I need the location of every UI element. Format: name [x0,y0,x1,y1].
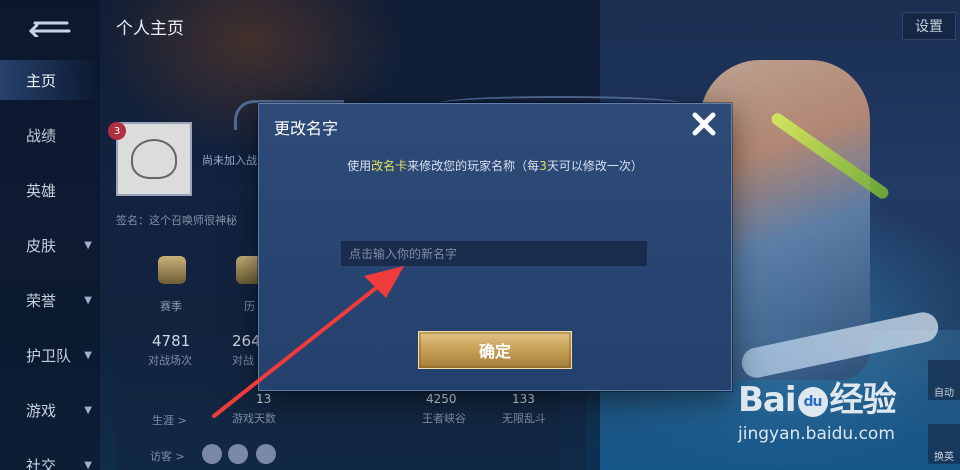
avatar[interactable] [116,122,192,196]
nav-item-home[interactable]: 主页 [0,60,100,100]
stat-sub-label: 对战 [232,354,254,367]
stat-value: 4250 [426,392,457,406]
chevron-down-icon: ▼ [84,239,92,251]
nav-item-skins[interactable]: 皮肤 ▼ [0,225,100,265]
close-icon [692,112,716,136]
stat-label: 赛季 [160,300,182,313]
stat-sub-label: 对战场次 [148,354,192,367]
signature-text: 签名：这个召唤师很神秘 [116,214,237,227]
nav-item-label: 主页 [26,71,57,90]
nav-item-heroes[interactable]: 英雄 [0,170,100,210]
nav-item-label: 战绩 [26,126,57,145]
stat-value: 13 [256,392,272,406]
baidu-watermark: Bai du 经验 jingyan.baidu.com [738,372,954,462]
dialog-cloud-ornament [440,96,680,110]
baidu-logo: Bai du 经验 [738,372,897,421]
visitor-avatar[interactable] [256,444,276,464]
nav-item-guard-team[interactable]: 护卫队 ▼ [0,335,100,375]
dialog-title: 更改名字 [274,119,339,138]
stat-label: 历 [244,300,255,313]
stat-value: 264 [232,332,261,350]
close-button[interactable] [686,106,722,142]
chevron-down-icon: ▼ [84,459,92,470]
page-title: 个人主页 [116,19,184,39]
visitors-link[interactable]: 访客 > [150,448,185,464]
nav-item-label: 护卫队 [26,346,72,365]
new-name-input[interactable] [340,240,648,267]
chevron-down-icon: ▼ [84,404,92,416]
visitor-avatar[interactable] [228,444,248,464]
chevron-down-icon: ▼ [84,294,92,306]
dialog-description: 使用改名卡来修改您的玩家名称（每3天可以修改一次） [258,157,732,174]
career-link[interactable]: 生涯 > [152,412,187,428]
days-highlight: 3 [539,159,547,173]
brand-right: 经验 [829,380,897,420]
season-rank-icon [158,256,186,284]
visitor-avatar[interactable] [202,444,222,464]
chevron-down-icon: ▼ [84,349,92,361]
nav-item-record[interactable]: 战绩 [0,115,100,155]
nav-item-label: 皮肤 [26,236,57,255]
stat-sub-label: 无限乱斗 [502,412,546,425]
level-badge: 3 [108,122,126,140]
avatar-face-icon [131,139,177,179]
nav-item-label: 荣誉 [26,291,57,310]
nav-item-honor[interactable]: 荣誉 ▼ [0,280,100,320]
desc-middle: 来修改您的玩家名称（每 [407,159,540,173]
paw-icon: du [797,386,828,417]
nav-item-social[interactable]: 社交 ▼ [0,445,100,470]
back-arrow-icon [28,21,71,37]
rename-card-highlight: 改名卡 [371,159,408,173]
left-navigation: 主页 战绩 英雄 皮肤 ▼ 荣誉 ▼ 护卫队 ▼ 游戏 ▼ 社交 ▼ [0,0,100,470]
watermark-url: jingyan.baidu.com [738,424,895,444]
settings-button[interactable]: 设置 [902,12,956,40]
stat-value: 133 [512,392,535,406]
brand-left: Bai [738,380,797,420]
confirm-button[interactable]: 确定 [418,331,572,369]
nav-item-label: 社交 [26,456,57,470]
stat-sub-label: 游戏天数 [232,412,276,425]
nav-item-label: 英雄 [26,181,57,200]
desc-suffix: 天可以修改一次） [546,159,643,173]
stat-value: 4781 [152,332,191,350]
back-button[interactable] [20,14,80,40]
desc-prefix: 使用 [347,159,372,173]
nav-item-label: 游戏 [26,401,57,420]
nav-item-games[interactable]: 游戏 ▼ [0,390,100,430]
stat-sub-label: 王者峡谷 [422,412,466,425]
guild-status: 尚未加入战 [202,154,257,167]
